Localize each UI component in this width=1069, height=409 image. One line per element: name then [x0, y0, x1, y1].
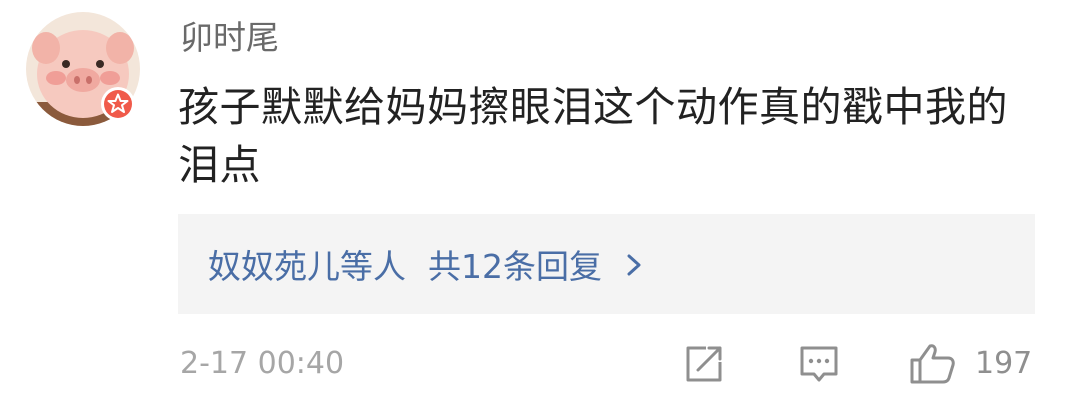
comment-icon[interactable] [797, 342, 841, 386]
comment-text: 孩子默默给妈妈擦眼泪这个动作真的戳中我的泪点 [178, 83, 1008, 189]
username[interactable]: 卯时尾 [180, 16, 279, 60]
share-icon[interactable] [682, 342, 726, 386]
reply-count[interactable]: 共12条回复 [428, 240, 602, 288]
chevron-right-icon [622, 249, 646, 279]
like-count: 197 [975, 346, 1033, 381]
replies-box[interactable]: 奴奴苑儿等人 共12条回复 [178, 214, 1035, 314]
reply-user-names[interactable]: 奴奴苑儿等人 [208, 240, 406, 288]
verified-badge-icon [100, 86, 136, 122]
like-icon[interactable] [908, 342, 958, 386]
timestamp: 2-17 00:40 [180, 346, 345, 381]
